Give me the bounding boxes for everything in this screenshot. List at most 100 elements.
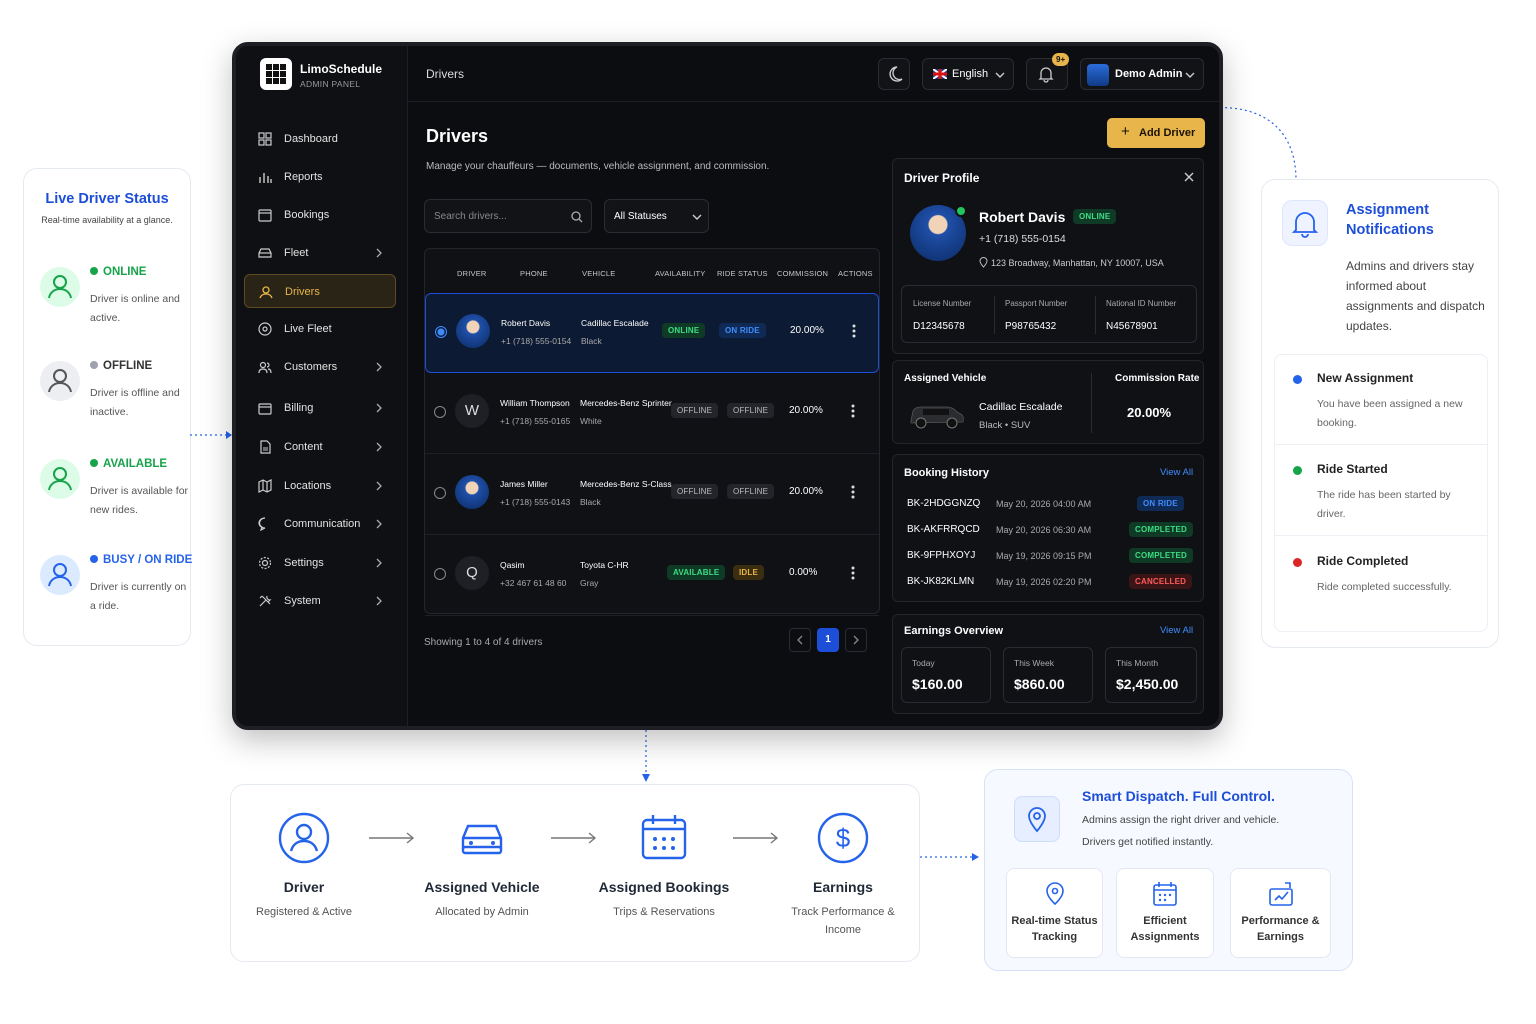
table-row[interactable]: James Miller +1 (718) 555-0143 Mercedes-Be…	[425, 455, 879, 535]
booking-date: May 19, 2026 09:15 PM	[996, 551, 1092, 561]
vehicle-color: Black	[580, 497, 601, 507]
status-label: BUSY / ON RIDE	[103, 554, 193, 566]
flow-desc: Track Performance & Income	[791, 906, 895, 936]
status-filter-select[interactable]: All Statuses	[604, 199, 709, 233]
notification-badge: 9+	[1052, 53, 1070, 66]
driver-phone: +1 (718) 555-0143	[500, 497, 571, 507]
svg-text:$: $	[836, 823, 851, 853]
next-page-button[interactable]	[845, 628, 867, 652]
more-vertical-icon[interactable]	[851, 402, 855, 420]
chevron-right-icon	[376, 519, 382, 529]
availability-badge: OFFLINE	[671, 484, 719, 499]
availability-badge: ONLINE	[662, 323, 706, 338]
driver-name: Robert Davis	[501, 318, 551, 328]
sidebar-item-system[interactable]: System	[244, 584, 396, 618]
calendar-icon	[1153, 882, 1177, 906]
sidebar-item-billing[interactable]: Billing	[244, 391, 396, 425]
uk-flag-icon	[933, 69, 947, 79]
sidebar-item-communication[interactable]: Communication	[244, 507, 396, 541]
sidebar-item-label: Fleet	[284, 247, 309, 259]
user-icon	[40, 555, 80, 595]
column-header: VEHICLE	[582, 269, 616, 278]
theme-toggle-button[interactable]	[878, 58, 910, 90]
booking-status-badge: ON RIDE	[1137, 496, 1184, 511]
chevron-right-icon	[853, 635, 859, 645]
earnings-value: $2,450.00	[1116, 676, 1179, 692]
flow-desc: Trips & Reservations	[613, 906, 715, 918]
notifications-button[interactable]: 9+	[1026, 53, 1070, 90]
chevron-down-icon	[1185, 72, 1195, 78]
sidebar: LimoSchedule ADMIN PANEL Dashboard Report…	[236, 46, 408, 726]
earnings-label: This Month	[1116, 658, 1159, 668]
close-icon[interactable]	[1183, 171, 1195, 183]
view-all-link[interactable]: View All	[1160, 625, 1193, 636]
availability-badge: AVAILABLE	[667, 565, 726, 580]
sidebar-item-locations[interactable]: Locations	[244, 469, 396, 503]
booking-history-row[interactable]: BK-JK82KLMN May 19, 2026 02:20 PM CANCELLE…	[893, 570, 1203, 596]
sidebar-item-reports[interactable]: Reports	[244, 160, 396, 194]
row-radio[interactable]	[434, 487, 446, 499]
sidebar-item-dashboard[interactable]: Dashboard	[244, 122, 396, 156]
sidebar-item-label: Locations	[284, 480, 332, 492]
flow-desc: Registered & Active	[256, 906, 352, 918]
sidebar-item-fleet[interactable]: Fleet	[244, 236, 396, 270]
sidebar-item-settings[interactable]: Settings	[244, 546, 396, 580]
user-icon	[278, 812, 330, 864]
sidebar-item-label: Communication	[284, 518, 361, 530]
search-input[interactable]: Search drivers...	[424, 199, 592, 233]
suv-vehicle-image	[910, 406, 964, 429]
sidebar-item-label: Bookings	[284, 209, 330, 221]
booking-history-row[interactable]: BK-AKFRRQCD May 20, 2026 06:30 AM COMPLETE…	[893, 518, 1203, 544]
more-vertical-icon[interactable]	[851, 564, 855, 582]
sidebar-item-live-fleet[interactable]: Live Fleet	[244, 312, 396, 346]
availability-badge: OFFLINE	[671, 403, 719, 418]
page-1-button[interactable]: 1	[817, 628, 839, 652]
table-row[interactable]: Robert Davis +1 (718) 555-0154 Cadillac Es…	[425, 293, 879, 373]
dispatch-line2: Drivers get notified instantly.	[1082, 836, 1214, 848]
avatar	[456, 314, 490, 348]
language-select[interactable]: English	[922, 58, 1014, 90]
ride-status-badge: ON RIDE	[719, 323, 766, 338]
sidebar-item-customers[interactable]: Customers	[244, 350, 396, 384]
row-radio[interactable]	[434, 568, 446, 580]
flow-title: Driver	[283, 879, 325, 895]
more-vertical-icon[interactable]	[852, 322, 856, 340]
drivers-table: DRIVER PHONE VEHICLE AVAILABILITY RIDE STATU…	[424, 248, 880, 616]
sidebar-item-bookings[interactable]: Bookings	[244, 198, 396, 232]
status-desc: Driver is online and active.	[90, 293, 180, 324]
app-logo	[260, 58, 292, 90]
notification-item[interactable]: New Assignment You have been assigned a n…	[1275, 355, 1487, 445]
sidebar-item-label: Live Fleet	[284, 323, 332, 335]
notification-item[interactable]: Ride Started The ride has been started by…	[1275, 446, 1487, 536]
row-radio[interactable]	[435, 326, 447, 338]
top-bar: Drivers English 9+ Demo Admin	[408, 46, 1219, 102]
booking-history-row[interactable]: BK-2HDGGNZQ May 20, 2026 04:00 AM ON RIDE	[893, 492, 1203, 518]
view-all-link[interactable]: View All	[1160, 467, 1193, 478]
documents-box: License Number D12345678 Passport Number…	[901, 285, 1197, 343]
user-menu[interactable]: Demo Admin	[1080, 58, 1204, 90]
status-desc: Driver is currently on a ride.	[90, 581, 187, 612]
search-icon	[571, 211, 583, 223]
ride-status-badge: OFFLINE	[727, 484, 775, 499]
notification-item[interactable]: Ride Completed Ride completed successfull…	[1275, 538, 1487, 628]
prev-page-button[interactable]	[789, 628, 811, 652]
table-row[interactable]: Q Qasim +32 467 61 48 60 Toyota C-HR Gray AVA…	[425, 536, 879, 616]
status-item-online: ONLINE Driver is online and active.	[40, 266, 200, 347]
sidebar-item-drivers[interactable]: Drivers	[244, 274, 396, 308]
row-radio[interactable]	[434, 406, 446, 418]
map-icon	[258, 479, 272, 493]
sidebar-item-content[interactable]: Content	[244, 430, 396, 464]
sidebar-item-label: Customers	[284, 361, 338, 373]
flow-desc: Allocated by Admin	[435, 906, 529, 918]
booking-history-row[interactable]: BK-9FPHXOYJ May 19, 2026 09:15 PM COMPLETE…	[893, 544, 1203, 570]
more-vertical-icon[interactable]	[851, 483, 855, 501]
table-row[interactable]: W William Thompson +1 (718) 555-0165 Merced…	[425, 374, 879, 454]
doc-value: N45678901	[1106, 321, 1158, 332]
workflow-card: Driver Registered & Active Assigned Vehi…	[230, 784, 920, 962]
flow-title: Assigned Vehicle	[424, 879, 540, 895]
earnings-title: Earnings Overview	[904, 625, 1004, 637]
pagination-summary: Showing 1 to 4 of 4 drivers	[424, 637, 543, 648]
status-label: ONLINE	[103, 266, 147, 278]
add-driver-button[interactable]: + Add Driver	[1107, 118, 1205, 148]
sidebar-item-label: System	[284, 595, 321, 607]
